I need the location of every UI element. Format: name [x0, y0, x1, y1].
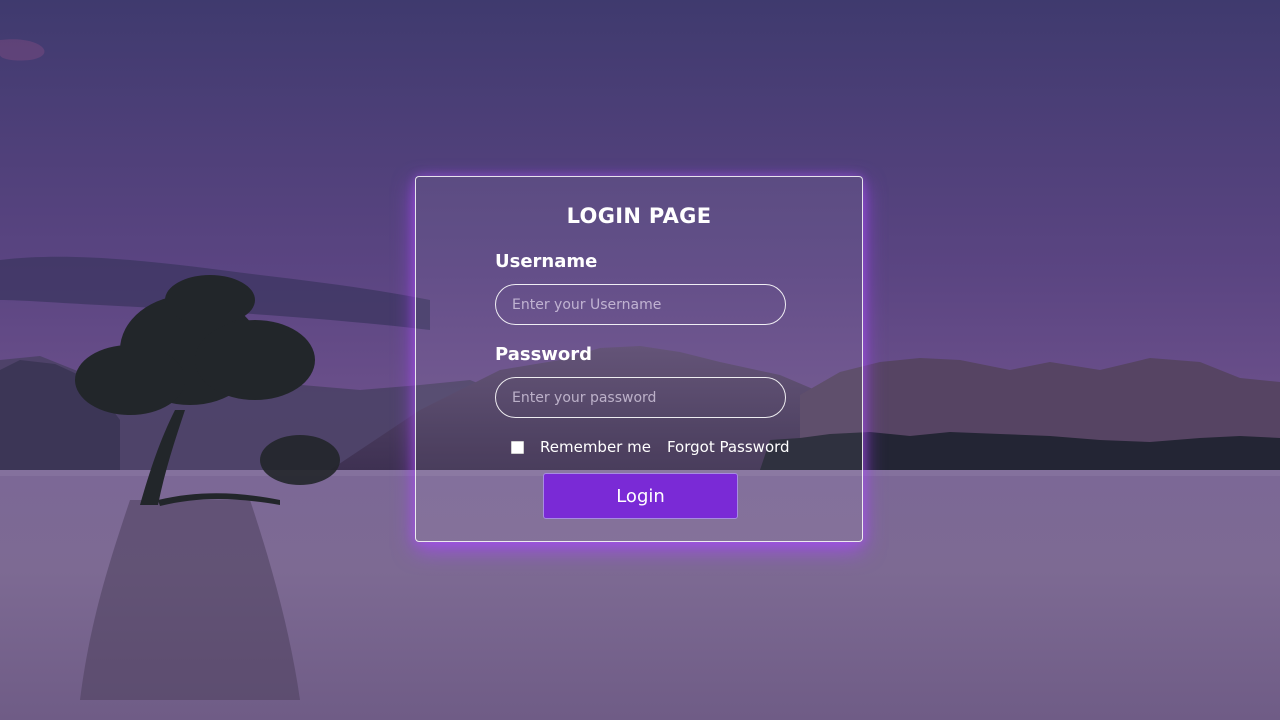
remember-me-checkbox[interactable] — [511, 440, 524, 454]
login-card: LOGIN PAGE Username Password Remember me… — [415, 176, 863, 542]
remember-me-label[interactable]: Remember me — [540, 438, 651, 456]
login-title: LOGIN PAGE — [566, 204, 712, 228]
password-input[interactable] — [495, 377, 786, 418]
login-button[interactable]: Login — [543, 473, 738, 519]
username-input[interactable] — [495, 284, 786, 325]
forgot-password-link[interactable]: Forgot Password — [667, 438, 790, 456]
username-label: Username — [495, 251, 598, 272]
page-background: LOGIN PAGE Username Password Remember me… — [0, 0, 1280, 720]
password-label: Password — [495, 344, 593, 365]
remember-row: Remember me Forgot Password — [511, 437, 790, 457]
